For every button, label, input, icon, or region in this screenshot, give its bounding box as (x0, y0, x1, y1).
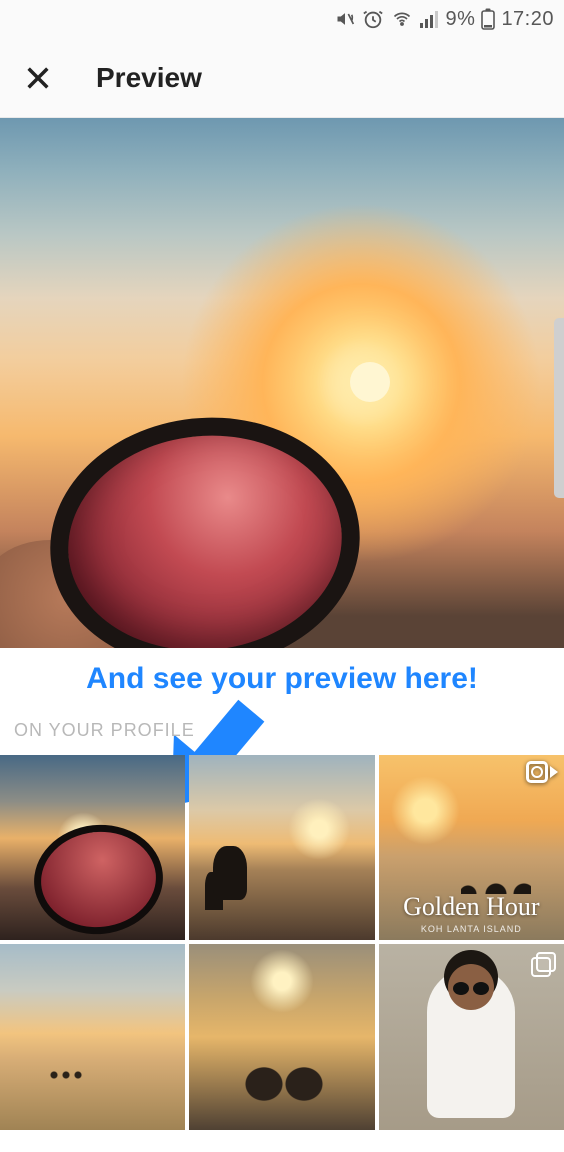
multi-photo-badge-icon (534, 952, 556, 974)
scrollbar-thumb[interactable] (554, 318, 564, 498)
clock-time: 17:20 (501, 8, 554, 31)
sunglasses-icon (453, 982, 489, 995)
sun-glow (350, 362, 390, 402)
thumbnail-subcaption: Koh Lanta Island (379, 924, 564, 934)
alarm-icon (362, 8, 384, 30)
main-preview-image[interactable] (0, 118, 564, 648)
grid-item[interactable] (189, 755, 374, 940)
header: Preview (0, 38, 564, 118)
section-label-on-profile: ON YOUR PROFILE (14, 720, 195, 741)
grid-item[interactable] (0, 755, 185, 940)
status-bar: 9% 17:20 (0, 0, 564, 38)
grid-item[interactable] (189, 944, 374, 1129)
profile-grid: Golden Hour Koh Lanta Island (0, 755, 564, 1130)
grid-item[interactable]: Golden Hour Koh Lanta Island (379, 755, 564, 940)
page-title: Preview (96, 62, 202, 94)
grid-item[interactable] (0, 944, 185, 1129)
thumbnail-caption: Golden Hour (379, 892, 564, 922)
battery-percent: 9% (446, 8, 476, 31)
annotation-text: And see your preview here! (0, 662, 564, 696)
signal-icon (420, 10, 440, 28)
battery-icon (481, 8, 495, 30)
bottom-crop (0, 1142, 564, 1152)
video-badge-icon (526, 761, 558, 783)
close-button[interactable] (22, 62, 54, 94)
wifi-icon (390, 9, 414, 29)
grid-item[interactable] (379, 944, 564, 1129)
mute-vibrate-icon (334, 9, 356, 29)
